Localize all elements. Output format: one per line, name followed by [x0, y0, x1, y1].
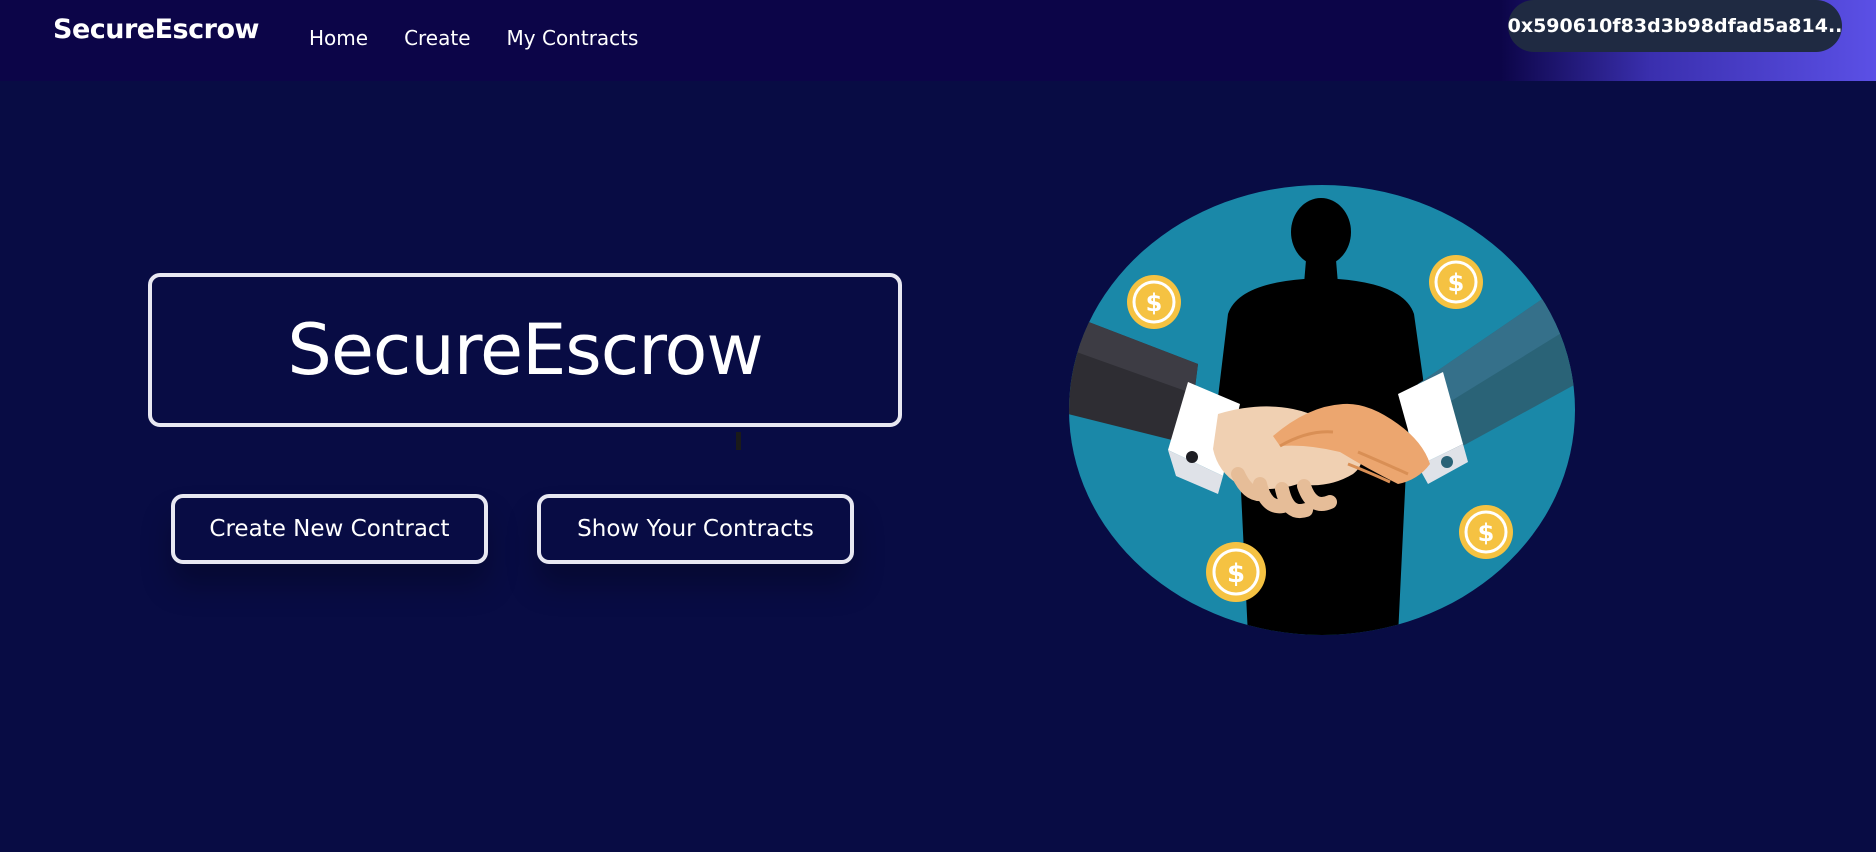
top-navbar: SecureEscrow Home Create My Contracts 0x… — [0, 0, 1876, 81]
coin-symbol: $ — [1478, 519, 1495, 547]
coin-symbol: $ — [1448, 269, 1465, 297]
text-cursor — [736, 432, 741, 450]
handshake-illustration: $ $ $ $ — [1069, 185, 1575, 635]
hero-title-box: SecureEscrow — [148, 273, 902, 427]
create-new-contract-button[interactable]: Create New Contract — [171, 494, 488, 564]
coin-icon: $ — [1429, 255, 1483, 309]
coin-icon: $ — [1206, 542, 1266, 602]
coin-symbol: $ — [1146, 289, 1163, 317]
show-your-contracts-button[interactable]: Show Your Contracts — [537, 494, 854, 564]
wallet-address-button[interactable]: 0x590610f83d3b98dfad5a814.. — [1508, 0, 1842, 52]
nav-link-my-contracts[interactable]: My Contracts — [507, 26, 639, 50]
nav-link-home[interactable]: Home — [309, 26, 368, 50]
coin-icon: $ — [1459, 505, 1513, 559]
coin-icon: $ — [1127, 275, 1181, 329]
nav-links: Home Create My Contracts — [309, 26, 638, 50]
hero-title: SecureEscrow — [287, 309, 763, 391]
coin-symbol: $ — [1227, 559, 1245, 589]
brand-logo[interactable]: SecureEscrow — [53, 14, 259, 45]
nav-link-create[interactable]: Create — [404, 26, 470, 50]
